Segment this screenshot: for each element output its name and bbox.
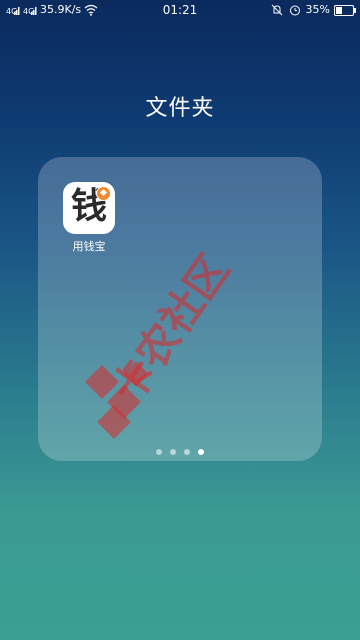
page-dot[interactable] xyxy=(156,449,162,455)
alarm-icon xyxy=(289,5,300,16)
battery-icon xyxy=(334,4,356,16)
badge-icon xyxy=(96,186,111,201)
battery-fill xyxy=(336,6,343,14)
status-bar: 4G 4G 35.9K/s 01:21 35% xyxy=(0,0,360,20)
page-dot[interactable] xyxy=(184,449,190,455)
folder-title[interactable]: 文件夹 xyxy=(0,90,360,122)
app-label: 用钱宝 xyxy=(72,240,106,253)
battery-percent: 35% xyxy=(305,3,330,16)
page-dot-active[interactable] xyxy=(198,449,204,455)
app-item-yongqianbao[interactable]: 钱 用钱宝 xyxy=(62,182,116,254)
page-dot[interactable] xyxy=(170,449,176,455)
battery-cap xyxy=(354,7,356,13)
yongqianbao-icon[interactable]: 钱 xyxy=(63,182,115,234)
status-right: 35% xyxy=(270,0,356,20)
folder-panel: 钱 用钱宝 xyxy=(38,157,322,461)
mute-bell-icon xyxy=(271,4,282,16)
page-indicator xyxy=(0,449,360,455)
